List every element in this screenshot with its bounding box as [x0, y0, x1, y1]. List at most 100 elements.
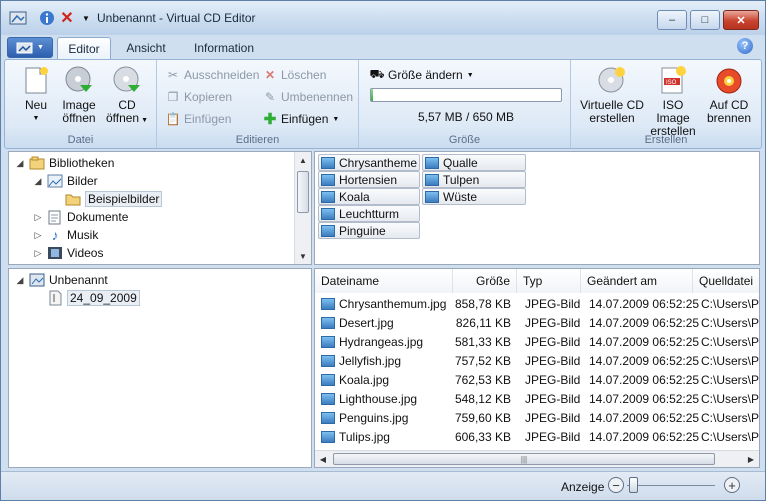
tree-item-bibliotheken[interactable]: ◢ Bibliotheken — [15, 154, 115, 172]
iso-image-erstellen-button[interactable]: ISO ISO Image erstellen — [645, 64, 701, 138]
table-row[interactable]: Chrysanthemum.jpg 858,78 KB JPEG-Bild 14.07… — [315, 295, 759, 314]
info-icon[interactable] — [38, 9, 56, 27]
table-row[interactable]: Tulips.jpg 606,33 KB JPEG-Bild 14.07.2009 0… — [315, 428, 759, 447]
expander-icon[interactable]: ▷ — [33, 212, 43, 223]
table-row[interactable]: Desert.jpg 826,11 KB JPEG-Bild 14.07.2009 0… — [315, 314, 759, 333]
loeschen-button[interactable]: ✕ Löschen — [262, 65, 326, 85]
file-size-cell: 606,33 KB — [454, 430, 511, 444]
tab-information[interactable]: Information — [185, 37, 263, 59]
source-file-koala[interactable]: Koala — [318, 188, 420, 205]
table-row[interactable]: Hydrangeas.jpg 581,33 KB JPEG-Bild 14.07.20… — [315, 333, 759, 352]
application-menu-button[interactable]: ▼ — [7, 37, 53, 58]
file-modified-cell: 14.07.2009 06:52:25 — [589, 354, 700, 368]
tree-item-beispielbilder[interactable]: Beispielbilder — [51, 190, 163, 208]
source-file-leuchtturm[interactable]: Leuchtturm — [318, 205, 420, 222]
groesse-aendern-label: Größe ändern — [388, 68, 463, 82]
cd-oeffnen-button[interactable]: CD öffnen ▼ — [103, 64, 151, 127]
delete-icon[interactable]: ✕ — [58, 9, 76, 27]
image-file-icon — [321, 431, 335, 443]
groesse-aendern-button[interactable]: ⛟ Größe ändern ▼ — [369, 65, 473, 85]
image-label-line2: öffnen — [62, 111, 96, 125]
scroll-down-arrow[interactable]: ▼ — [295, 248, 311, 264]
tree-label: Musik — [67, 228, 99, 242]
hscroll-thumb[interactable]: ||| — [333, 453, 715, 465]
file-type-cell: JPEG-Bild — [525, 316, 581, 330]
column-header-geaendert[interactable]: Geändert am — [581, 269, 693, 293]
source-file-qualle[interactable]: Qualle — [422, 154, 526, 171]
scroll-thumb[interactable] — [297, 171, 309, 213]
column-header-groesse[interactable]: Größe — [453, 269, 517, 293]
close-button[interactable]: ✕ — [723, 10, 759, 30]
file-modified-cell: 14.07.2009 06:52:25 — [589, 297, 700, 311]
file-size-cell: 759,60 KB — [454, 411, 511, 425]
file-list-hscrollbar[interactable]: ◀ ||| ▶ — [315, 450, 759, 467]
ausschneiden-label: Ausschneiden — [184, 68, 260, 82]
tree-item-musik[interactable]: ▷ ♪ Musik — [33, 226, 99, 244]
zoom-track — [627, 485, 715, 486]
einfuegen-disabled-label: Einfügen — [184, 112, 232, 126]
expander-icon[interactable]: ◢ — [33, 176, 43, 187]
scroll-left-arrow[interactable]: ◀ — [315, 451, 331, 467]
source-file-wueste[interactable]: Wüste — [422, 188, 526, 205]
file-name-cell: Hydrangeas.jpg — [339, 335, 424, 349]
scroll-up-arrow[interactable]: ▲ — [295, 152, 311, 168]
kopieren-button[interactable]: ❐ Kopieren — [165, 87, 232, 107]
file-name-cell: Jellyfish.jpg — [339, 354, 402, 368]
tree-item-bilder[interactable]: ◢ Bilder — [33, 172, 98, 190]
source-file-pinguine[interactable]: Pinguine — [318, 222, 420, 239]
image-file-icon — [321, 190, 335, 203]
tree-item-dokumente[interactable]: ▷ Dokumente — [33, 208, 128, 226]
expander-icon[interactable]: ◢ — [15, 275, 25, 286]
neu-button[interactable]: Neu ▼ — [15, 64, 57, 125]
scroll-right-arrow[interactable]: ▶ — [743, 451, 759, 467]
minimize-button[interactable]: – — [657, 10, 687, 30]
tree-item-videos[interactable]: ▷ Videos — [33, 244, 104, 262]
virtuelle-cd-erstellen-button[interactable]: Virtuelle CD erstellen — [577, 64, 647, 125]
zoom-label: Anzeige — [561, 480, 605, 494]
zoom-out-button[interactable]: − — [608, 477, 624, 493]
group-label-erstellen: Erstellen — [644, 134, 688, 146]
library-tree-scrollbar[interactable]: ▲ ▼ — [294, 152, 311, 264]
table-row[interactable]: Lighthouse.jpg 548,12 KB JPEG-Bild 14.07.20… — [315, 390, 759, 409]
source-file-tulpen[interactable]: Tulpen — [422, 171, 526, 188]
expander-icon[interactable]: ▷ — [33, 248, 43, 259]
einfuegen-disabled-button[interactable]: 📋 Einfügen — [165, 109, 232, 129]
expander-icon[interactable]: ▷ — [33, 230, 43, 241]
column-header-quelldatei[interactable]: Quelldatei — [693, 269, 759, 293]
column-header-dateiname[interactable]: Dateiname — [315, 269, 453, 293]
table-row[interactable]: Penguins.jpg 759,60 KB JPEG-Bild 14.07.2009… — [315, 409, 759, 428]
file-modified-cell: 14.07.2009 06:52:25 — [589, 373, 700, 387]
zoom-in-button[interactable]: + — [724, 477, 740, 493]
file-name-cell: Chrysanthemum.jpg — [339, 297, 447, 311]
help-icon[interactable]: ? — [737, 38, 753, 54]
image-file-icon — [321, 393, 335, 405]
ausschneiden-button[interactable]: ✂ Ausschneiden — [165, 65, 259, 85]
source-file-label: Pinguine — [339, 223, 386, 238]
tab-editor[interactable]: Editor — [57, 37, 111, 59]
tree-label: 24_09_2009 — [67, 290, 140, 306]
disc-folder-icon — [47, 290, 63, 306]
source-file-chrysantheme[interactable]: Chrysantheme — [318, 154, 420, 171]
source-file-hortensien[interactable]: Hortensien — [318, 171, 420, 188]
app-icon[interactable] — [9, 9, 27, 27]
svg-text:ISO: ISO — [666, 80, 677, 86]
documents-icon — [47, 209, 63, 225]
einfuegen-button[interactable]: ✚ Einfügen ▼ — [262, 109, 340, 129]
tree-item-unbenannt[interactable]: ◢ Unbenannt — [15, 271, 108, 289]
file-modified-cell: 14.07.2009 06:52:25 — [589, 430, 700, 444]
file-name-cell: Penguins.jpg — [339, 411, 409, 425]
expander-icon[interactable]: ◢ — [15, 158, 25, 169]
zoom-slider-thumb[interactable] — [629, 477, 639, 493]
customize-dropdown-icon[interactable]: ▼ — [77, 9, 95, 27]
source-file-label: Wüste — [443, 189, 478, 204]
column-header-typ[interactable]: Typ — [517, 269, 581, 293]
image-oeffnen-button[interactable]: Image öffnen — [57, 64, 101, 125]
umbenennen-button[interactable]: ✎ Umbenennen — [262, 87, 353, 107]
new-document-icon — [20, 64, 52, 96]
tab-ansicht[interactable]: Ansicht — [117, 37, 175, 59]
table-row[interactable]: Jellyfish.jpg 757,52 KB JPEG-Bild 14.07.200… — [315, 352, 759, 371]
auf-cd-brennen-button[interactable]: Auf CD brennen — [701, 64, 757, 125]
tree-item-24-09-2009[interactable]: 24_09_2009 — [33, 289, 140, 307]
maximize-button[interactable]: □ — [690, 10, 720, 30]
table-row[interactable]: Koala.jpg 762,53 KB JPEG-Bild 14.07.2009 06… — [315, 371, 759, 390]
